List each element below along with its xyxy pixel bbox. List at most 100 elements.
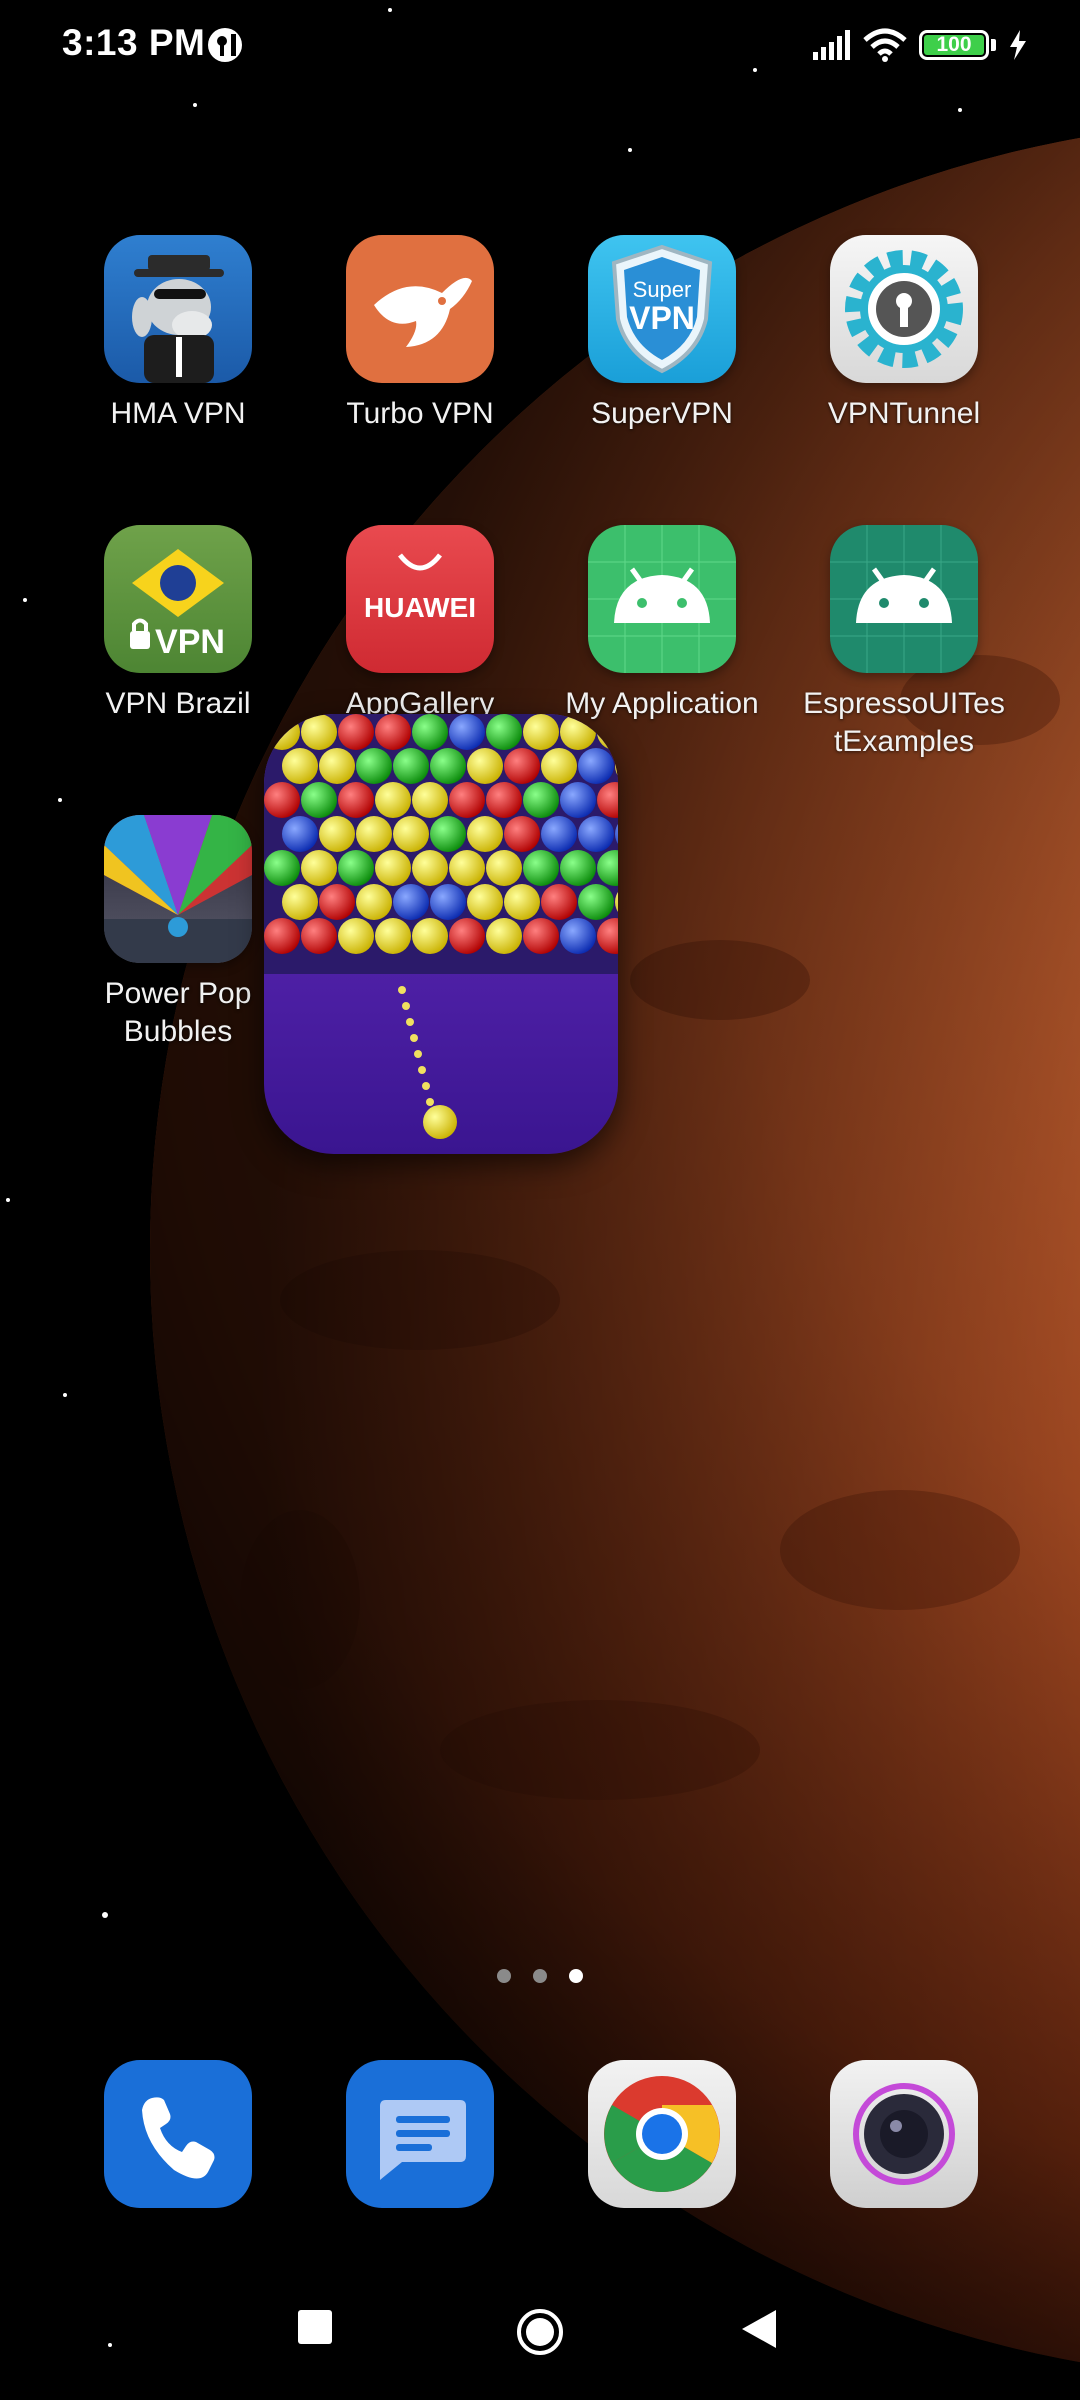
bubble [375, 850, 411, 886]
bubble [412, 918, 448, 954]
svg-text:VPN: VPN [629, 300, 695, 336]
bubble [486, 918, 522, 954]
app-label: EspressoUITes tExamples [803, 687, 1005, 758]
app-label: Power Pop Bubbles [104, 977, 252, 1048]
bubble [282, 748, 318, 784]
status-time: 3:13 PM [62, 22, 206, 63]
hma-vpn-donkey-icon [104, 235, 252, 383]
dock-phone-app[interactable] [104, 2060, 252, 2208]
bubble [560, 782, 596, 818]
bubble [523, 850, 559, 886]
vpntunnel-gear-icon [830, 235, 978, 383]
bubble [523, 714, 559, 750]
bubble [449, 918, 485, 954]
vpn-brazil-flag-icon: VPN [104, 525, 252, 673]
charging-bolt-icon [1010, 30, 1026, 60]
back-triangle-icon[interactable] [742, 2310, 776, 2348]
app-label: VPNTunnel [827, 397, 981, 430]
android-robot-icon [830, 525, 978, 673]
dragging-app-icon[interactable] [264, 714, 618, 1154]
app-label: VPN Brazil [105, 687, 251, 720]
app-vpn-brazil[interactable]: VPN VPN Brazil [58, 525, 298, 723]
bubble [338, 714, 374, 750]
dock-chrome-app[interactable] [588, 2060, 736, 2208]
bubble [430, 884, 466, 920]
page-dot-active[interactable] [569, 1969, 583, 1983]
bubble [560, 918, 596, 954]
app-my-application[interactable]: My Application [542, 525, 782, 723]
vpn-key-notification-icon [208, 28, 242, 62]
svg-text:Super: Super [633, 277, 692, 302]
dock-messages-app[interactable] [346, 2060, 494, 2208]
bubble [467, 816, 503, 852]
bubble [393, 748, 429, 784]
bubble [449, 850, 485, 886]
app-label: SuperVPN [591, 397, 733, 430]
bubble [301, 782, 337, 818]
bubble [356, 884, 392, 920]
page-dot[interactable] [533, 1969, 547, 1983]
turbo-vpn-rabbit-icon [346, 235, 494, 383]
status-bar: 3:13 PM 100 [0, 0, 1080, 90]
app-power-pop-bubbles[interactable]: Power Pop Bubbles [58, 815, 298, 1051]
battery-icon: 100 [919, 30, 989, 60]
app-turbo-vpn[interactable]: Turbo VPN [300, 235, 540, 433]
bubble [578, 816, 614, 852]
bubble [467, 884, 503, 920]
bubble [319, 884, 355, 920]
bubble [319, 748, 355, 784]
bubble [319, 816, 355, 852]
app-vpntunnel[interactable]: VPNTunnel [784, 235, 1024, 433]
app-supervpn[interactable]: Super VPN SuperVPN [542, 235, 782, 433]
bubble [523, 782, 559, 818]
bubble [301, 850, 337, 886]
bubble [282, 816, 318, 852]
messages-icon [380, 2100, 466, 2180]
bubble [504, 748, 540, 784]
bubble [375, 782, 411, 818]
bubble [264, 918, 300, 954]
app-label: Turbo VPN [346, 397, 494, 430]
app-label: My Application [565, 687, 759, 720]
bubble [393, 884, 429, 920]
bubble [356, 748, 392, 784]
dock-camera-app[interactable] [830, 2060, 978, 2208]
bubble [264, 850, 300, 886]
app-appgallery[interactable]: HUAWEI AppGallery [300, 525, 540, 723]
bubble [338, 850, 374, 886]
bubble [430, 816, 466, 852]
svg-text:HUAWEI: HUAWEI [364, 592, 476, 623]
battery-level-text: 100 [936, 33, 972, 56]
bubble [412, 850, 448, 886]
bubble [301, 714, 337, 750]
bubble [578, 884, 614, 920]
phone-icon [142, 2097, 215, 2179]
bubble [523, 918, 559, 954]
chrome-icon [604, 2076, 720, 2192]
bubble [504, 884, 540, 920]
bubble [486, 782, 522, 818]
supervpn-shield-icon: Super VPN [588, 235, 736, 383]
bubble [578, 748, 614, 784]
huawei-appgallery-icon: HUAWEI [346, 525, 494, 673]
bubble [486, 850, 522, 886]
bubble [282, 884, 318, 920]
bubble [504, 816, 540, 852]
bubble [375, 918, 411, 954]
cellular-signal-icon [813, 30, 850, 60]
page-indicator [0, 1969, 1080, 1983]
camera-icon [853, 2083, 955, 2185]
bubble [430, 748, 466, 784]
bubble [338, 782, 374, 818]
android-robot-icon [588, 525, 736, 673]
page-dot[interactable] [497, 1969, 511, 1983]
bubble [375, 714, 411, 750]
bubble-shooter-icon [264, 714, 618, 1154]
bubble [412, 714, 448, 750]
app-hma-vpn[interactable]: HMA VPN [58, 235, 298, 433]
bubble [264, 782, 300, 818]
home-circle-icon[interactable] [516, 2308, 564, 2356]
recents-square-icon[interactable] [298, 2310, 332, 2344]
power-pop-bubbles-icon [104, 815, 252, 963]
app-espresso-ui-test-examples[interactable]: EspressoUITes tExamples [784, 525, 1024, 761]
